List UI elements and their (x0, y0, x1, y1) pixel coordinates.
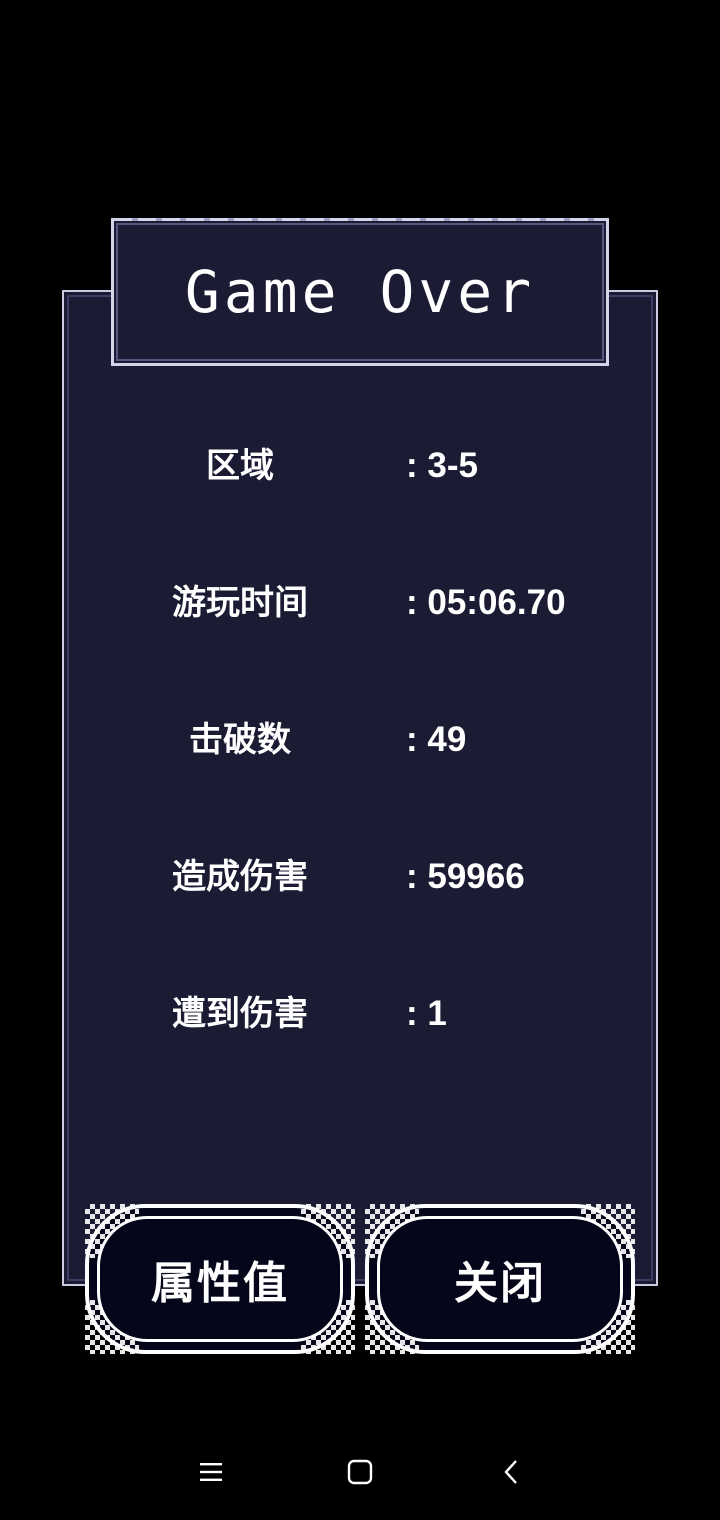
stat-row-kills: 击破数 : 49 (62, 710, 658, 770)
close-button[interactable]: 关闭 (365, 1204, 635, 1354)
stat-label-damage-taken: 遭到伤害 (172, 994, 308, 1034)
home-icon[interactable] (338, 1450, 382, 1494)
ornament-corner (581, 1300, 635, 1354)
attributes-button[interactable]: 属性值 (85, 1204, 355, 1354)
stat-label-damage-dealt: 造成伤害 (172, 857, 308, 897)
stat-value-damage-dealt: : 59966 (406, 857, 525, 896)
stat-value-area: : 3-5 (406, 446, 478, 485)
back-icon[interactable] (490, 1450, 534, 1494)
stat-row-area: 区域 : 3-5 (62, 436, 658, 496)
close-button-label: 关闭 (454, 1258, 546, 1309)
ornament-corner (365, 1204, 419, 1258)
ornament-corner (301, 1300, 355, 1354)
ornament-corner (85, 1300, 139, 1354)
stat-value-play-time: : 05:06.70 (406, 583, 566, 622)
stat-label-area: 区域 (206, 446, 274, 486)
stat-label-play-time: 游玩时间 (172, 583, 308, 623)
ornament-corner (581, 1204, 635, 1258)
title-banner: Game Over (111, 218, 609, 366)
game-over-title: Game Over (184, 258, 536, 326)
stat-row-damage-taken: 遭到伤害 : 1 (62, 984, 658, 1044)
stat-row-play-time: 游玩时间 : 05:06.70 (62, 573, 658, 633)
ornament-corner (365, 1300, 419, 1354)
ornament-corner (301, 1204, 355, 1258)
ornament-corner (85, 1204, 139, 1258)
system-navigation-bar (0, 1430, 720, 1514)
stat-value-damage-taken: : 1 (406, 994, 447, 1033)
stat-label-kills: 击破数 (189, 720, 291, 760)
attributes-button-label: 属性值 (151, 1258, 289, 1309)
menu-icon[interactable] (189, 1450, 233, 1494)
stat-row-damage-dealt: 造成伤害 : 59966 (62, 847, 658, 907)
stat-value-kills: : 49 (406, 720, 467, 759)
